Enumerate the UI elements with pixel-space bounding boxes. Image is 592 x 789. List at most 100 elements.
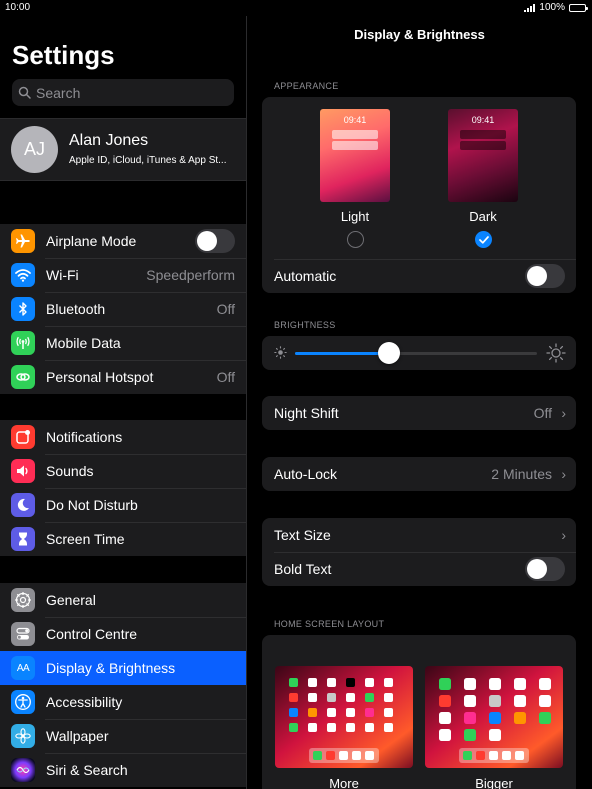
brightness-header: BRIGHTNESS [274,320,336,330]
sidebar-item-label: Wi-Fi [46,267,79,283]
settings-title: Settings [12,40,115,70]
auto-lock-card: Auto-Lock 2 Minutes › [262,457,576,491]
night-shift-label: Night Shift [274,405,339,421]
sidebar-item-label: Notifications [46,429,123,445]
sun-small-icon [274,346,287,359]
dark-label: Dark [469,209,497,224]
sidebar-item-wallpaper[interactable]: Wallpaper [0,719,246,753]
light-appearance-preview[interactable]: 09:41 [320,109,390,202]
siri-icon [11,758,35,782]
appearance-card: 09:41 09:41 Light Dark Automatic [262,97,576,293]
settings-group-general: General Control Centre AA Display & Brig… [0,583,246,787]
bold-text-toggle[interactable] [525,557,565,581]
split-divider [246,16,247,789]
appearance-header: APPEARANCE [274,81,339,91]
sidebar-item-label: Do Not Disturb [46,497,138,513]
sidebar-item-value: Off [216,301,235,317]
bold-text-row: Bold Text [262,552,576,586]
text-size-icon: AA [11,656,35,680]
auto-lock-label: Auto-Lock [274,466,338,482]
sidebar-item-general[interactable]: General [0,583,246,617]
brightness-slider-fill [295,352,390,355]
status-bar: 10:00 100% [0,0,592,16]
sidebar-item-sounds[interactable]: Sounds [0,454,246,488]
sidebar-item-do-not-disturb[interactable]: Do Not Disturb [0,488,246,522]
sidebar-item-display-brightness[interactable]: AA Display & Brightness [0,651,246,685]
automatic-toggle[interactable] [525,264,565,288]
sidebar-item-accessibility[interactable]: Accessibility [0,685,246,719]
sidebar-item-siri-search[interactable]: Siri & Search [0,753,246,787]
chevron-right-icon: › [561,405,566,421]
brightness-slider-thumb[interactable] [378,342,401,364]
battery-percent: 100% [539,2,565,13]
text-size-label: Text Size [274,527,331,543]
moon-icon [11,493,35,517]
sidebar-item-screen-time[interactable]: Screen Time [0,522,246,556]
sun-large-icon [546,343,566,363]
search-input[interactable] [36,84,226,101]
sidebar-item-label: Screen Time [46,531,125,547]
hourglass-icon [11,527,35,551]
brightness-card [262,336,576,370]
switches-icon [11,622,35,646]
chevron-right-icon: › [561,527,566,543]
checkmark-icon [478,235,489,244]
home-layout-more-preview[interactable] [275,666,413,768]
wifi-icon [11,263,35,287]
light-radio[interactable] [347,231,364,248]
sidebar-item-label: Mobile Data [46,335,121,351]
search-bar[interactable] [12,79,234,106]
flower-icon [11,724,35,748]
sidebar-item-bluetooth[interactable]: Bluetooth Off [0,292,246,326]
sidebar-item-label: Siri & Search [46,762,128,778]
auto-lock-value: 2 Minutes [491,466,552,482]
night-shift-value: Off [533,405,552,421]
automatic-label: Automatic [274,268,337,284]
home-layout-card: More Bigger [262,635,576,789]
text-size-row[interactable]: Text Size › [262,518,576,552]
sidebar-item-value: Off [216,369,235,385]
bluetooth-icon [11,297,35,321]
home-layout-more-label: More [329,776,359,789]
sidebar-item-notifications[interactable]: Notifications [0,420,246,454]
hotspot-icon [11,365,35,389]
settings-group-connectivity: Airplane Mode Wi-Fi Speedperform Bluetoo… [0,224,246,394]
search-icon [18,86,31,99]
sidebar-item-control-centre[interactable]: Control Centre [0,617,246,651]
home-layout-header: HOME SCREEN LAYOUT [274,619,385,629]
home-layout-bigger-preview[interactable] [425,666,563,768]
night-shift-card: Night Shift Off › [262,396,576,430]
cellular-signal-icon [524,3,536,12]
airplane-icon [11,229,35,253]
settings-group-notifications: Notifications Sounds Do Not Disturb Scre… [0,420,246,556]
brightness-slider[interactable] [295,352,537,355]
dark-radio[interactable] [475,231,492,248]
light-label: Light [340,209,370,224]
profile-row[interactable]: AJ Alan Jones Apple ID, iCloud, iTunes &… [0,118,246,181]
preview-time: 09:41 [471,115,495,125]
sidebar-item-label: Airplane Mode [46,233,137,249]
sidebar-item-label: Accessibility [46,694,123,710]
sidebar-item-label: Bluetooth [46,301,106,317]
sidebar-item-label: General [46,592,96,608]
avatar: AJ [11,126,58,173]
airplane-mode-toggle[interactable] [195,229,235,253]
home-layout-bigger-label: Bigger [475,776,513,789]
auto-lock-row[interactable]: Auto-Lock 2 Minutes › [262,457,576,491]
battery-icon [569,3,588,12]
antenna-icon [11,331,35,355]
sidebar-item-personal-hotspot[interactable]: Personal Hotspot Off [0,360,246,394]
status-time: 10:00 [5,2,31,13]
text-card: Text Size › Bold Text [262,518,576,586]
page-title: Display & Brightness [354,27,485,42]
night-shift-row[interactable]: Night Shift Off › [262,396,576,430]
sidebar-item-wifi[interactable]: Wi-Fi Speedperform [0,258,246,292]
bold-text-label: Bold Text [274,561,332,577]
status-indicators: 100% [524,2,588,13]
chevron-right-icon: › [561,466,566,482]
sidebar-item-mobile-data[interactable]: Mobile Data [0,326,246,360]
sidebar-item-airplane-mode[interactable]: Airplane Mode [0,224,246,258]
sidebar-item-value: Speedperform [146,267,235,283]
profile-name: Alan Jones [69,132,149,149]
dark-appearance-preview[interactable]: 09:41 [448,109,518,202]
